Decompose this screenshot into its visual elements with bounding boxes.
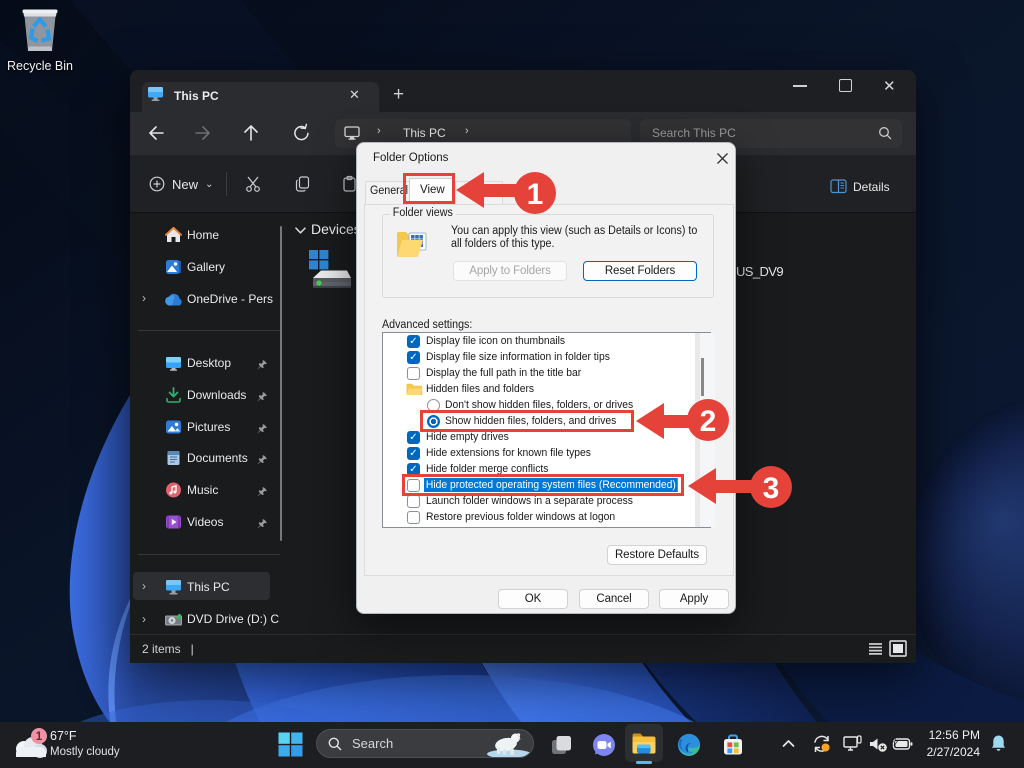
svg-text:1: 1: [36, 731, 43, 743]
